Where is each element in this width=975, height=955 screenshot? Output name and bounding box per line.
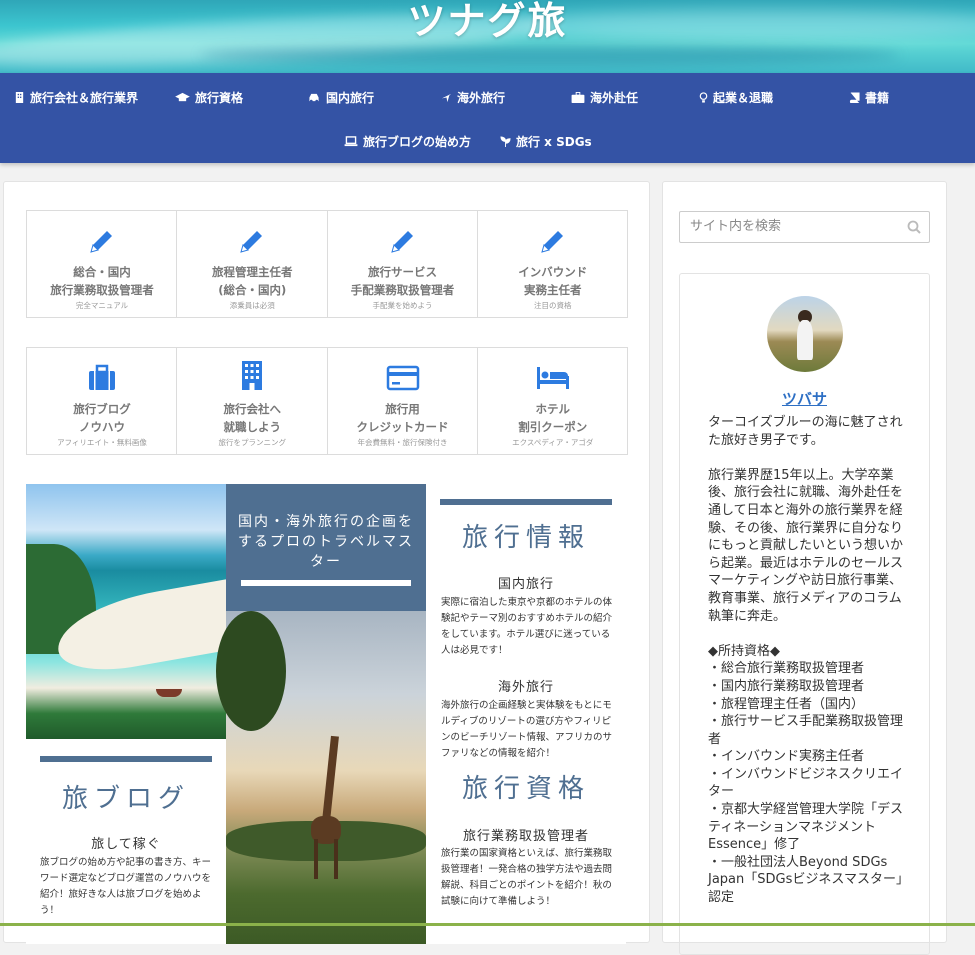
nav-label: 旅行 x SDGs	[516, 135, 592, 149]
card-subtitle: 添乗員は必須	[229, 301, 275, 310]
office-building-icon	[242, 361, 263, 390]
nav-label: 国内旅行	[326, 91, 375, 105]
pencil-icon	[541, 231, 563, 253]
card-tour-conductor[interactable]: 旅程管理主任者 (総合・国内) 添乗員は必須	[177, 211, 328, 317]
nav-item-travel-industry[interactable]: 旅行会社＆旅行業界	[14, 89, 138, 106]
card-credit-card[interactable]: 旅行用 クレジットカード 年会費無料・旅行保険付き	[328, 348, 478, 454]
card-subtitle: 年会費無料・旅行保険付き	[357, 438, 448, 447]
card-title-line2: 旅行業務取扱管理者	[50, 283, 154, 297]
qualification-heading: 旅行資格	[461, 774, 590, 804]
travel-info-heading: 旅行情報	[461, 523, 590, 553]
banner-title: 国内・海外旅行の企画をするプロのトラベルマスター	[238, 514, 414, 570]
card-subtitle: 旅行をプランニング	[218, 438, 287, 447]
card-title-line1: 旅行用	[385, 402, 420, 416]
card-title-line2: ノウハウ	[79, 420, 125, 434]
building-icon	[15, 92, 24, 103]
blog-description: 旅ブログの始め方や記事の書き方、キーワード選定などブログ運営のノウハウを紹介！旅…	[40, 857, 212, 916]
card-title-line2: クレジットカード	[356, 420, 449, 434]
briefcase-icon	[571, 92, 585, 103]
travel-master-banner[interactable]: 国内・海外旅行の企画をするプロのトラベルマスター 旅ブログ 旅して稼ぐ 旅ブログ…	[26, 484, 626, 944]
card-title-line1: 旅程管理主任者	[212, 265, 293, 279]
nav-item-startup[interactable]: 起業＆退職	[699, 89, 773, 106]
overseas-subheading: 海外旅行	[497, 680, 554, 695]
qualification-description: 旅行業の国家資格といえば、旅行業務取扱管理者！一発合格の独学方法や過去問解説、科…	[441, 848, 613, 907]
card-title-line1: インバウンド	[518, 265, 588, 279]
profile-card: ツバサ ターコイズブルーの海に魅了された旅好き男子です。 旅行業界歴15年以上。…	[679, 273, 930, 955]
nav-item-blog-start[interactable]: 旅行ブログの始め方	[344, 133, 471, 150]
card-title-line1: 総合・国内	[73, 265, 131, 279]
card-title-line2: 手配業務取扱管理者	[350, 283, 455, 297]
header-banner: ツナグ旅	[0, 0, 975, 73]
main-content: 総合・国内 旅行業務取扱管理者 完全マニュアル 旅程管理主任者 (総合・国内) …	[3, 181, 650, 944]
lightbulb-icon	[699, 92, 708, 103]
nav-item-books[interactable]: 書籍	[849, 89, 889, 106]
laptop-icon	[344, 136, 358, 147]
nav-item-overseas[interactable]: 海外旅行	[441, 89, 505, 106]
pencil-icon	[390, 231, 413, 253]
main-nav: 旅行会社＆旅行業界 旅行資格 国内旅行 海外旅行 海外赴任 起業＆退職 書籍 旅…	[0, 73, 975, 163]
profile-name-link[interactable]: ツバサ	[680, 388, 929, 409]
site-title[interactable]: ツナグ旅	[0, 0, 975, 45]
blog-subheading: 旅して稼ぐ	[91, 837, 161, 852]
graduation-cap-icon	[175, 92, 190, 102]
divider	[440, 499, 612, 505]
nav-label: 海外旅行	[457, 91, 506, 105]
nav-label: 海外赴任	[590, 91, 639, 105]
card-subtitle: アフィリエイト・無料画像	[57, 438, 147, 447]
nav-label: 書籍	[865, 91, 890, 105]
card-title-line2: 実務主任者	[524, 283, 582, 297]
card-travel-service-manager[interactable]: 旅行サービス 手配業務取扱管理者 手配業を始めよう	[328, 211, 478, 317]
card-hotel-coupon[interactable]: ホテル 割引クーポン エクスペディア・アゴダ	[478, 348, 627, 454]
card-title-line2: 割引クーポン	[518, 420, 588, 434]
card-job-at-agency[interactable]: 旅行会社へ 就職しよう 旅行をプランニング	[177, 348, 328, 454]
plane-icon	[441, 93, 452, 103]
nav-item-expat[interactable]: 海外赴任	[571, 89, 638, 106]
pencil-icon	[90, 231, 112, 253]
banner-title-box: 国内・海外旅行の企画をするプロのトラベルマスター	[226, 484, 426, 611]
qualification-card-grid: 総合・国内 旅行業務取扱管理者 完全マニュアル 旅程管理主任者 (総合・国内) …	[26, 210, 628, 318]
search-icon[interactable]	[907, 220, 921, 234]
credit-card-icon	[386, 365, 419, 391]
card-inbound-manager[interactable]: インバウンド 実務主任者 注目の資格	[478, 211, 627, 317]
card-travel-blog[interactable]: 旅行ブログ ノウハウ アフィリエイト・無料画像	[27, 348, 178, 454]
giraffe-photo	[216, 611, 426, 944]
card-subtitle: 完全マニュアル	[75, 301, 129, 310]
domestic-subheading: 国内旅行	[497, 577, 554, 592]
bed-icon	[536, 367, 569, 389]
card-title-line2: (総合・国内)	[218, 283, 287, 297]
sidebar: ツバサ ターコイズブルーの海に魅了された旅好き男子です。 旅行業界歴15年以上。…	[662, 181, 947, 955]
card-title-line1: 旅行会社へ	[223, 402, 282, 416]
nav-label: 起業＆退職	[713, 91, 774, 105]
nav-item-domestic[interactable]: 国内旅行	[307, 89, 374, 106]
domestic-description: 実際に宿泊した東京や京都のホテルの体験記やテーマ別のおすすめホテルの紹介をしてい…	[441, 597, 613, 656]
avatar	[767, 296, 843, 372]
nav-label: 旅行会社＆旅行業界	[30, 91, 139, 105]
beach-photo	[26, 484, 241, 739]
card-subtitle: 手配業を始めよう	[372, 301, 433, 310]
book-icon	[849, 92, 860, 103]
guide-card-grid: 旅行ブログ ノウハウ アフィリエイト・無料画像 旅行会社へ 就職しよう 旅行をプ…	[26, 347, 628, 455]
search-box	[679, 211, 930, 243]
qualification-subheading: 旅行業務取扱管理者	[462, 829, 589, 844]
nav-item-qualification[interactable]: 旅行資格	[175, 89, 243, 106]
pencil-icon	[240, 231, 263, 253]
card-title-line1: 旅行ブログ	[73, 402, 131, 416]
nav-item-sdgs[interactable]: 旅行 x SDGs	[500, 133, 592, 150]
seedling-icon	[500, 136, 511, 147]
card-title-line1: 旅行サービス	[368, 265, 437, 279]
car-icon	[309, 93, 319, 103]
suitcase-icon	[89, 364, 115, 390]
card-subtitle: 注目の資格	[534, 301, 572, 310]
divider	[40, 756, 212, 762]
card-general-domestic-manager[interactable]: 総合・国内 旅行業務取扱管理者 完全マニュアル	[27, 211, 178, 317]
blog-heading: 旅ブログ	[61, 784, 190, 814]
nav-label: 旅行資格	[195, 91, 244, 105]
card-title-line2: 就職しよう	[223, 420, 282, 434]
card-subtitle: エクスペディア・アゴダ	[512, 438, 594, 447]
profile-bio: ターコイズブルーの海に魅了された旅好き男子です。 旅行業界歴15年以上。大学卒業…	[708, 415, 904, 906]
overseas-description: 海外旅行の企画経験と実体験をもとにモルディブのリゾートの選び方やフィリピンのビー…	[441, 700, 613, 759]
nav-label: 旅行ブログの始め方	[363, 135, 472, 149]
card-title-line1: ホテル	[535, 402, 571, 416]
search-input[interactable]	[688, 218, 902, 235]
